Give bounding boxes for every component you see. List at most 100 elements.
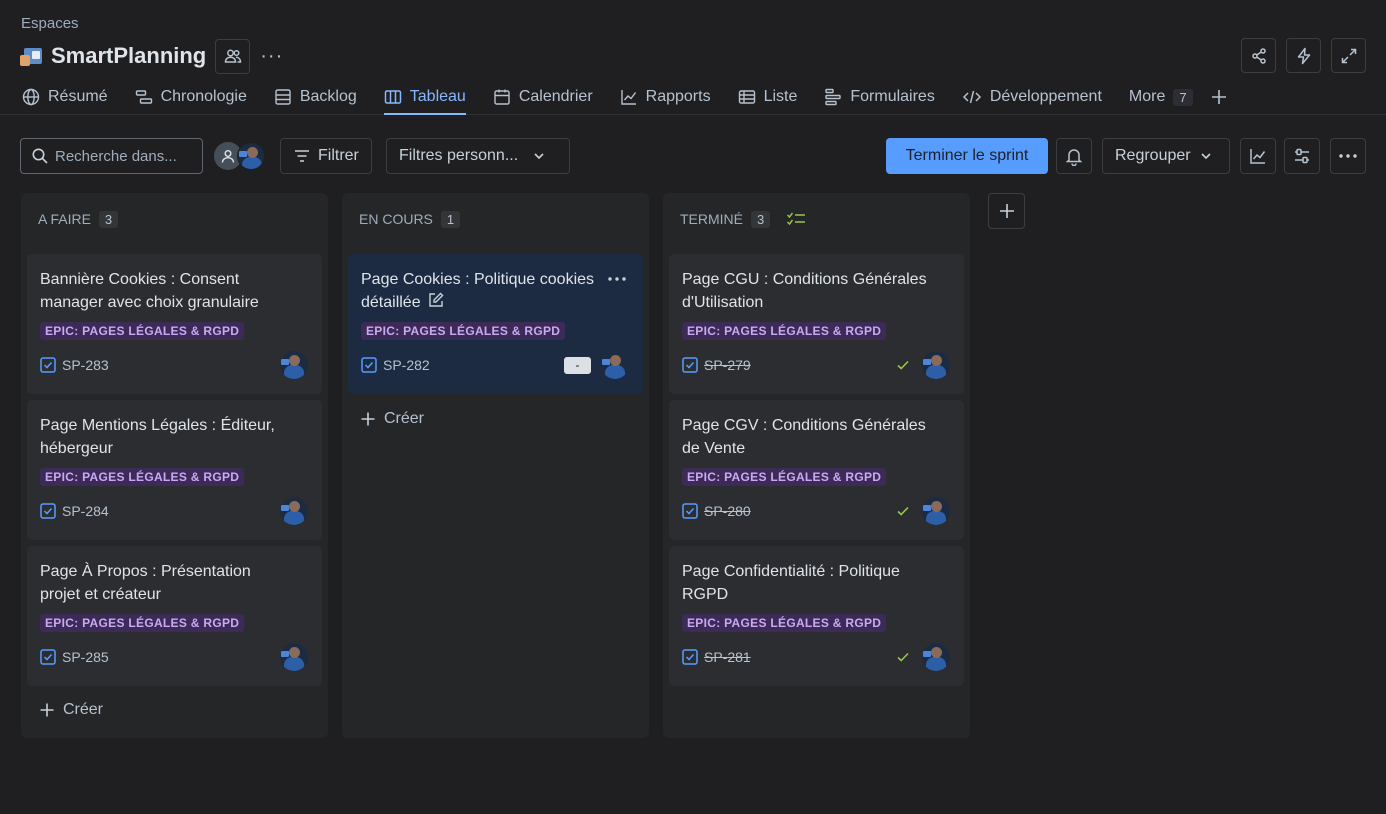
tab-resume[interactable]: Résumé bbox=[22, 82, 108, 112]
issue-card[interactable]: Page CGU : Conditions Générales d'Utilis… bbox=[669, 254, 964, 394]
check-icon bbox=[897, 360, 909, 370]
done-list-icon bbox=[787, 212, 806, 226]
tab-formulaires[interactable]: Formulaires bbox=[824, 82, 935, 112]
complete-sprint-button[interactable]: Terminer le sprint bbox=[886, 138, 1048, 174]
epic-label: EPIC: PAGES LÉGALES & RGPD bbox=[40, 322, 245, 340]
team-button[interactable] bbox=[215, 38, 251, 74]
issue-title: Page À Propos : Présentation projet et c… bbox=[40, 563, 251, 603]
group-by-dropdown[interactable]: Regrouper bbox=[1102, 138, 1230, 174]
tab-tableau[interactable]: Tableau bbox=[383, 82, 466, 115]
code-icon bbox=[962, 90, 981, 104]
issue-title: Page Confidentialité : Politique RGPD bbox=[682, 563, 900, 603]
column-title: A FAIRE bbox=[38, 211, 91, 227]
issue-title: Page Mentions Légales : Éditeur, héberge… bbox=[40, 417, 275, 457]
check-icon bbox=[897, 652, 909, 662]
view-settings-button[interactable] bbox=[1284, 138, 1320, 174]
tab-rapports[interactable]: Rapports bbox=[620, 82, 711, 112]
assignee-avatar[interactable] bbox=[280, 351, 308, 379]
issue-footer: SP-279 bbox=[682, 357, 751, 373]
custom-filters-dropdown[interactable]: Filtres personn... bbox=[386, 138, 570, 174]
issue-card[interactable]: Page À Propos : Présentation projet et c… bbox=[27, 546, 322, 686]
add-column-button[interactable] bbox=[988, 193, 1025, 229]
board-more-button[interactable] bbox=[1330, 138, 1366, 174]
assignee-avatar[interactable] bbox=[280, 643, 308, 671]
issue-card[interactable]: Page Confidentialité : Politique RGPD EP… bbox=[669, 546, 964, 686]
assignee-avatar[interactable] bbox=[922, 497, 950, 525]
plus-icon bbox=[40, 703, 54, 717]
plus-icon bbox=[361, 412, 375, 426]
create-issue-button[interactable]: Créer bbox=[39, 701, 103, 719]
project-more-button[interactable]: ··· bbox=[260, 45, 283, 68]
list-table-icon bbox=[738, 90, 755, 104]
tab-backlog[interactable]: Backlog bbox=[274, 82, 357, 112]
person-icon bbox=[221, 150, 235, 163]
search-input[interactable]: Recherche dans... bbox=[20, 138, 203, 174]
tab-liste-label: Liste bbox=[763, 88, 798, 105]
issue-meta: - bbox=[564, 351, 629, 379]
column-count: 3 bbox=[98, 210, 119, 228]
lightning-icon bbox=[1297, 47, 1310, 64]
column-a-faire: A FAIRE 3 Bannière Cookies : Consent man… bbox=[21, 193, 328, 738]
tab-more-count: 7 bbox=[1173, 88, 1193, 106]
project-title: SmartPlanning bbox=[51, 43, 207, 68]
tab-calendrier[interactable]: Calendrier bbox=[493, 82, 593, 112]
globe-icon bbox=[22, 88, 40, 106]
assignee-avatar[interactable] bbox=[601, 351, 629, 379]
more-icon bbox=[608, 277, 626, 281]
issue-card[interactable]: Page CGV : Conditions Générales de Vente… bbox=[669, 400, 964, 540]
tab-chronologie[interactable]: Chronologie bbox=[135, 82, 247, 112]
tab-liste[interactable]: Liste bbox=[738, 82, 798, 112]
share-button[interactable] bbox=[1241, 38, 1276, 73]
issue-footer: SP-280 bbox=[682, 503, 751, 519]
fullscreen-button[interactable] bbox=[1331, 38, 1366, 73]
column-termine: TERMINÉ 3 Page CGU : Conditions Générale… bbox=[663, 193, 970, 738]
issue-card[interactable]: Page Cookies : Politique cookies détaill… bbox=[348, 254, 643, 394]
issue-key[interactable]: SP-280 bbox=[704, 503, 751, 519]
column-count: 3 bbox=[751, 210, 771, 228]
tab-backlog-label: Backlog bbox=[299, 88, 357, 105]
issue-key[interactable]: SP-279 bbox=[704, 357, 751, 373]
insights-button[interactable] bbox=[1240, 138, 1276, 174]
tab-formulaires-label: Formulaires bbox=[850, 88, 935, 105]
issue-key[interactable]: SP-285 bbox=[62, 649, 109, 665]
assignee-avatar[interactable] bbox=[922, 351, 950, 379]
card-more-button[interactable] bbox=[607, 266, 627, 287]
column-title: EN COURS bbox=[359, 211, 433, 227]
issue-card[interactable]: Page Mentions Légales : Éditeur, héberge… bbox=[27, 400, 322, 540]
issue-key[interactable]: SP-282 bbox=[383, 357, 430, 373]
tab-developpement[interactable]: Développement bbox=[962, 82, 1102, 112]
add-tab-button[interactable] bbox=[1210, 82, 1236, 112]
tab-developpement-label: Développement bbox=[989, 88, 1102, 105]
task-checkbox-icon bbox=[40, 649, 56, 665]
issue-card[interactable]: Bannière Cookies : Consent manager avec … bbox=[27, 254, 322, 394]
filter-button[interactable]: Filtrer bbox=[280, 138, 372, 174]
create-label: Créer bbox=[63, 701, 104, 718]
issue-title: Page CGU : Conditions Générales d'Utilis… bbox=[682, 271, 927, 311]
breadcrumb[interactable]: Espaces bbox=[21, 15, 79, 32]
issue-key[interactable]: SP-283 bbox=[62, 357, 109, 373]
assignee-avatar[interactable] bbox=[922, 643, 950, 671]
edit-icon[interactable] bbox=[427, 291, 445, 309]
form-icon bbox=[825, 88, 842, 106]
sprint-notifications-button[interactable] bbox=[1056, 138, 1092, 174]
assignee-avatar[interactable] bbox=[280, 497, 308, 525]
epic-label: EPIC: PAGES LÉGALES & RGPD bbox=[682, 468, 887, 486]
create-issue-button[interactable]: Créer bbox=[360, 410, 424, 428]
automation-button[interactable] bbox=[1286, 38, 1321, 73]
user-avatar[interactable] bbox=[237, 142, 265, 170]
expand-icon bbox=[1341, 48, 1356, 63]
story-points-badge[interactable]: - bbox=[564, 356, 591, 374]
tab-more[interactable]: More 7 bbox=[1129, 82, 1193, 112]
plus-icon bbox=[1211, 90, 1226, 104]
chart-line-icon bbox=[1250, 149, 1266, 164]
issue-key[interactable]: SP-281 bbox=[704, 649, 751, 665]
check-icon bbox=[897, 506, 909, 516]
column-count: 1 bbox=[440, 210, 461, 228]
project-tabs: Résumé Chronologie Backlog Tableau Calen… bbox=[22, 82, 1263, 115]
issue-assignee bbox=[280, 497, 308, 525]
tab-resume-label: Résumé bbox=[48, 88, 108, 105]
issue-key[interactable]: SP-284 bbox=[62, 503, 109, 519]
board-icon bbox=[384, 90, 402, 104]
issue-footer: SP-281 bbox=[682, 649, 751, 665]
chevron-down-icon bbox=[534, 153, 544, 160]
